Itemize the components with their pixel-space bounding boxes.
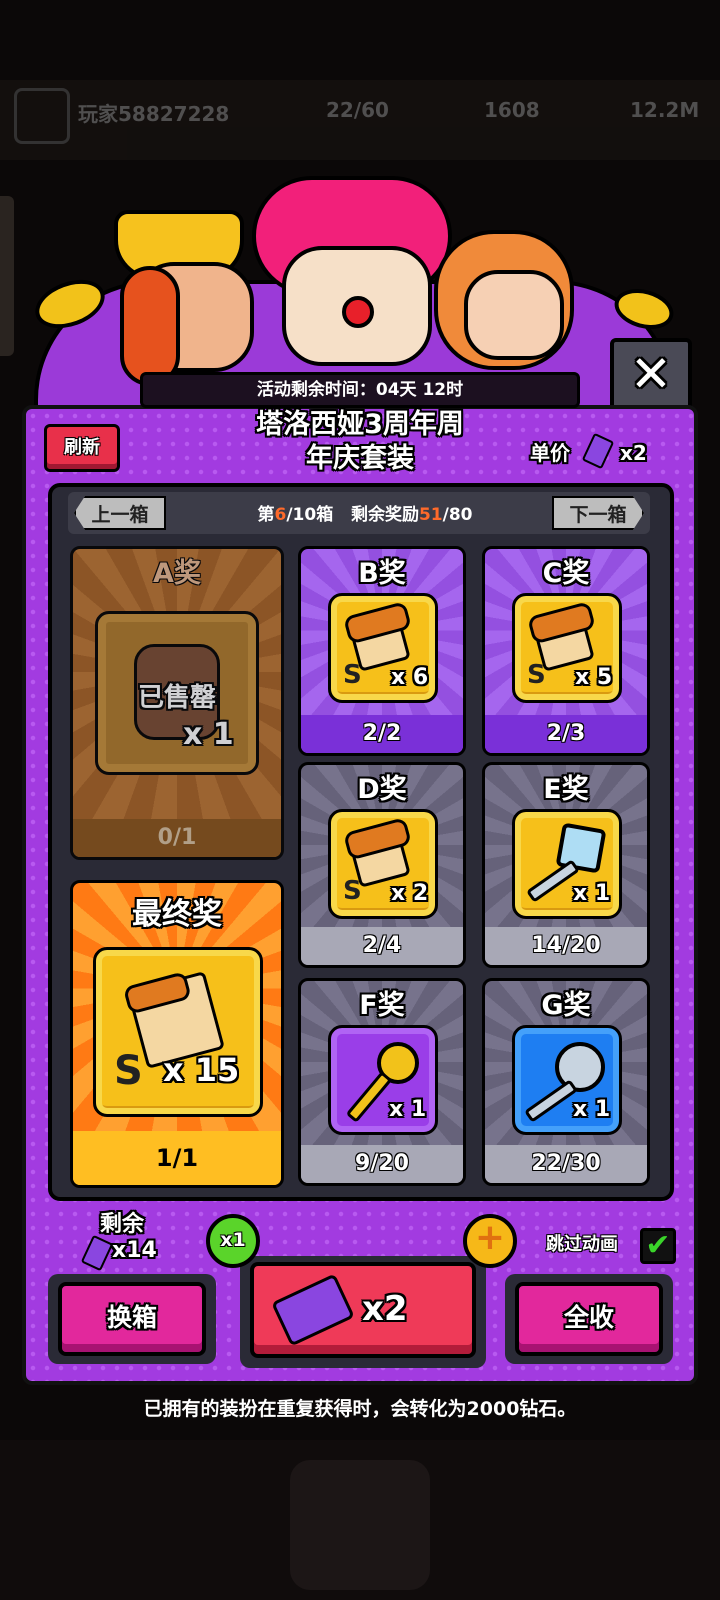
multiplier-button[interactable]: x1 bbox=[206, 1214, 260, 1268]
remaining-total: /80 bbox=[442, 505, 473, 525]
draw-cost: x2 bbox=[362, 1289, 408, 1329]
key-shaft bbox=[526, 859, 580, 903]
prize-count: 14/20 bbox=[485, 927, 647, 965]
gem-count: 12.2M bbox=[630, 98, 700, 122]
prize-card-e[interactable]: E奖 x 1 14/20 bbox=[482, 762, 650, 968]
prize-qty: x 1 bbox=[389, 1097, 427, 1122]
prize-count: 22/30 bbox=[485, 1145, 647, 1183]
avatar bbox=[14, 88, 70, 144]
prev-box-button[interactable]: 上一箱 bbox=[74, 496, 166, 530]
close-button[interactable]: ✕ bbox=[610, 338, 692, 412]
unit-price-value: x2 bbox=[619, 441, 647, 465]
prize-card-c[interactable]: C奖 S x 5 2/3 bbox=[482, 546, 650, 756]
prize-label: B奖 bbox=[358, 558, 406, 589]
page-title: 塔洛西娅3周年周 年庆套装 bbox=[200, 408, 520, 476]
prize-card-g[interactable]: G奖 x 1 22/30 bbox=[482, 978, 650, 1186]
prize-card-f[interactable]: F奖 x 1 9/20 bbox=[298, 978, 466, 1186]
time-remaining: 活动剩余时间：04天 12时 bbox=[140, 372, 580, 408]
energy-count: 22/60 bbox=[326, 98, 389, 122]
draw-button[interactable]: x2 bbox=[250, 1262, 476, 1358]
prize-label: 最终奖 bbox=[132, 897, 222, 932]
ticket-icon bbox=[581, 432, 615, 470]
prize-qty: x 6 bbox=[391, 665, 429, 690]
coin-count: 1608 bbox=[484, 98, 540, 122]
prize-label: E奖 bbox=[543, 774, 589, 805]
prize-qty: x 2 bbox=[391, 881, 429, 906]
refresh-button[interactable]: 刷新 bbox=[44, 424, 120, 472]
s-rank-icon: S bbox=[527, 660, 546, 690]
prize-qty: x 15 bbox=[163, 1051, 240, 1089]
prize-label: D奖 bbox=[357, 774, 407, 805]
box-info: 第6/10箱 剩余奖励51/80 bbox=[200, 500, 530, 525]
skip-animation-checkbox[interactable]: ✔ bbox=[640, 1228, 676, 1264]
prize-qty: x 1 bbox=[573, 881, 611, 906]
prize-label: A奖 bbox=[153, 558, 201, 589]
s-rank-icon: S bbox=[343, 876, 362, 906]
character-hair bbox=[120, 266, 180, 386]
title-line-2: 年庆套装 bbox=[306, 443, 414, 474]
side-tab bbox=[0, 196, 14, 356]
prize-qty: x 1 bbox=[573, 1097, 611, 1122]
prize-qty: x 5 bbox=[575, 665, 613, 690]
prize-card-final[interactable]: 最终奖 S x 15 1/1 bbox=[70, 880, 284, 1188]
remaining-current: 51 bbox=[418, 505, 443, 525]
prize-qty: x 1 bbox=[183, 717, 234, 752]
background-hud: 玩家58827228 22/60 1608 12.2M bbox=[0, 80, 720, 160]
prize-count: 0/1 bbox=[73, 819, 281, 857]
key-shaft bbox=[524, 1079, 578, 1123]
s-rank-icon: S bbox=[343, 660, 362, 690]
remaining-tickets: x14 bbox=[112, 1238, 157, 1263]
prize-label: F奖 bbox=[359, 990, 405, 1021]
collect-all-button[interactable]: 全收 bbox=[515, 1282, 663, 1356]
swap-box-button[interactable]: 换箱 bbox=[58, 1282, 206, 1356]
prize-count: 1/1 bbox=[73, 1131, 281, 1185]
background-bottom-nav bbox=[0, 1440, 720, 1600]
prize-count: 9/20 bbox=[301, 1145, 463, 1183]
key-shaft bbox=[345, 1071, 393, 1123]
sold-out-label: 已售罄 bbox=[137, 683, 216, 713]
prize-count: 2/4 bbox=[301, 927, 463, 965]
prize-card-a[interactable]: A奖 已售罄 x 1 0/1 bbox=[70, 546, 284, 860]
clown-nose-icon bbox=[342, 296, 374, 328]
prize-card-b[interactable]: B奖 S x 6 2/2 bbox=[298, 546, 466, 756]
prize-label: C奖 bbox=[542, 558, 590, 589]
character-face bbox=[464, 270, 564, 360]
duplicate-note: 已拥有的装扮在重复获得时，会转化为2000钻石。 bbox=[143, 1398, 577, 1420]
skip-animation-label: 跳过动画 bbox=[546, 1234, 618, 1255]
remaining-prefix: 剩余奖励 bbox=[350, 505, 419, 525]
box-current: 6 bbox=[274, 505, 287, 525]
s-rank-icon: S bbox=[114, 1048, 143, 1094]
unit-price: 单价 x2 bbox=[530, 430, 647, 470]
unit-price-label: 单价 bbox=[530, 441, 570, 465]
ticket-icon bbox=[271, 1273, 355, 1347]
box-prefix: 第 bbox=[257, 505, 275, 525]
prize-card-d[interactable]: D奖 S x 2 2/4 bbox=[298, 762, 466, 968]
prize-count: 2/3 bbox=[485, 715, 647, 753]
add-ticket-button[interactable]: + bbox=[463, 1214, 517, 1268]
remaining-label: 剩余 bbox=[100, 1212, 145, 1237]
player-name: 玩家58827228 bbox=[78, 102, 230, 126]
next-box-button[interactable]: 下一箱 bbox=[552, 496, 644, 530]
prize-label: G奖 bbox=[541, 990, 591, 1021]
prize-count: 2/2 bbox=[301, 715, 463, 753]
skin-fragment-icon: S bbox=[93, 947, 263, 1117]
battle-icon bbox=[290, 1460, 430, 1590]
box-total: /10箱 bbox=[286, 505, 334, 525]
title-line-1: 塔洛西娅3周年周 bbox=[256, 409, 464, 440]
